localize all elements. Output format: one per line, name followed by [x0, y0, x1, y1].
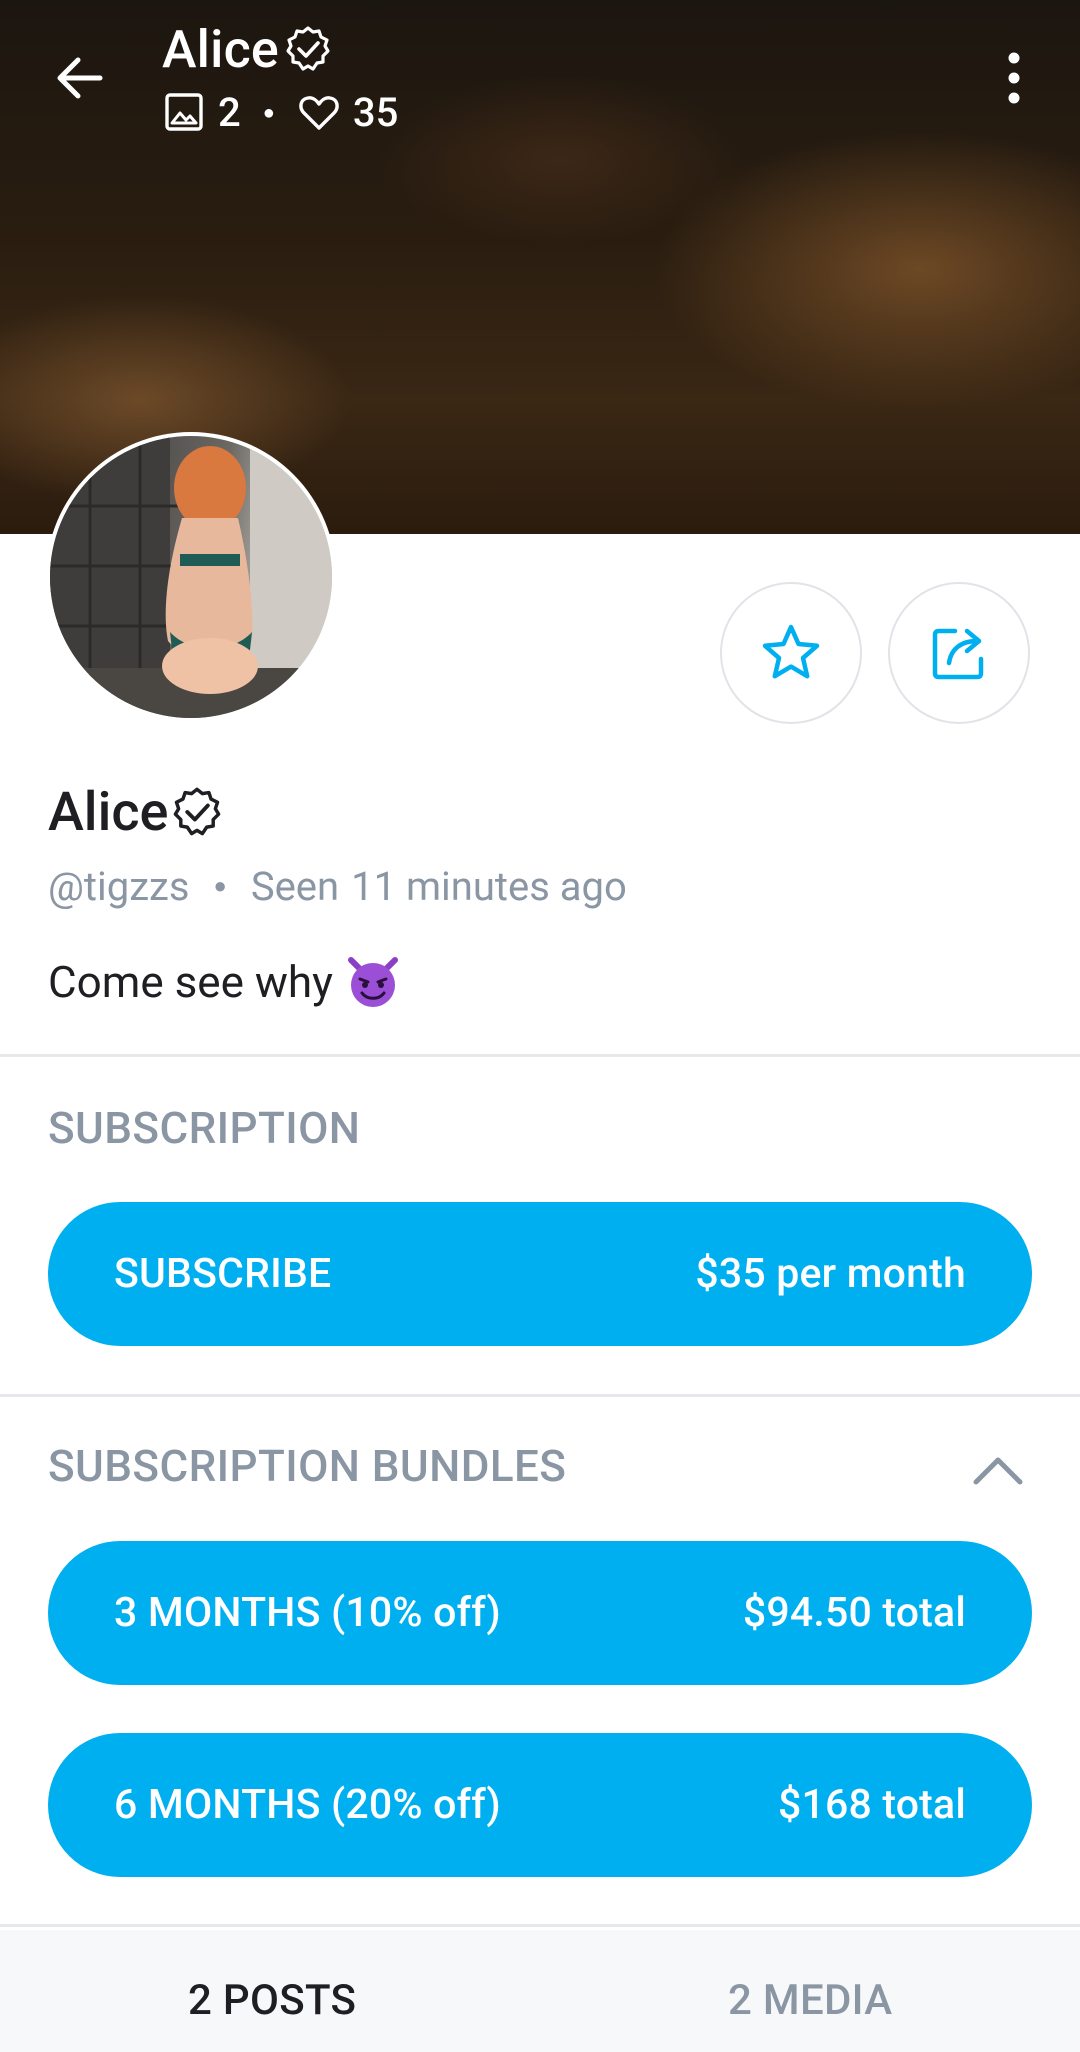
- chevron-up-icon[interactable]: [968, 1446, 1028, 1494]
- profile-meta: @tigzzs ● Seen 11 minutes ago: [48, 858, 627, 914]
- bundle-label: 6 MONTHS (20% off): [114, 1781, 501, 1829]
- heart-icon: [299, 96, 339, 130]
- verified-badge-icon: [286, 26, 330, 71]
- divider: [0, 1054, 1080, 1057]
- bundle-label: 3 MONTHS (10% off): [114, 1589, 501, 1637]
- avatar-image: [50, 436, 332, 718]
- bundle-3-months-button[interactable]: 3 MONTHS (10% off) $94.50 total: [48, 1541, 1032, 1685]
- verified-badge-icon: [174, 787, 221, 836]
- bundle-6-months-button[interactable]: 6 MONTHS (20% off) $168 total: [48, 1733, 1032, 1877]
- share-icon: [932, 628, 984, 680]
- header-stats: 2 ● 35: [162, 84, 398, 140]
- divider: [0, 1394, 1080, 1397]
- likes-count: 35: [352, 88, 399, 136]
- seen-label: Seen: [250, 862, 340, 910]
- subscribe-button[interactable]: SUBSCRIBE $35 per month: [48, 1202, 1032, 1346]
- separator-dot: ●: [213, 874, 227, 899]
- profile-handle[interactable]: @tigzzs: [48, 863, 190, 910]
- top-bar: Alice 2 ● 35: [0, 0, 1080, 150]
- share-button[interactable]: [888, 582, 1030, 724]
- profile-name-row: Alice: [48, 775, 224, 849]
- more-vertical-icon[interactable]: [990, 50, 1038, 106]
- bio-text: Come see why: [48, 956, 333, 1008]
- seen-time: 11 minutes ago: [351, 862, 627, 910]
- content-tabs: 2 POSTS 2 MEDIA: [0, 1930, 1080, 2052]
- photos-count: 2: [218, 88, 241, 136]
- profile-name: Alice: [48, 780, 169, 844]
- separator-dot: ●: [262, 100, 275, 124]
- divider: [0, 1924, 1080, 1927]
- arrow-left-icon[interactable]: [48, 46, 112, 110]
- header-title: Alice: [162, 18, 279, 80]
- star-icon: [762, 624, 820, 679]
- bundles-section-title: SUBSCRIPTION BUNDLES: [48, 1440, 567, 1492]
- header-title-block: Alice 2 ● 35: [162, 14, 398, 140]
- tab-media[interactable]: 2 MEDIA: [728, 1976, 892, 2025]
- favorite-button[interactable]: [720, 582, 862, 724]
- tab-posts[interactable]: 2 POSTS: [188, 1976, 356, 2025]
- profile-bio: Come see why: [48, 950, 401, 1014]
- avatar-photo-shapes: [50, 436, 332, 718]
- smiling-devil-emoji: [347, 957, 398, 1007]
- subscribe-label: SUBSCRIBE: [114, 1250, 332, 1298]
- bundle-price: $94.50 total: [742, 1589, 966, 1637]
- avatar[interactable]: [46, 432, 336, 722]
- subscribe-price: $35 per month: [695, 1250, 966, 1298]
- subscription-section-title: SUBSCRIPTION: [48, 1102, 361, 1154]
- bundle-price: $168 total: [777, 1781, 966, 1829]
- image-icon: [165, 93, 203, 131]
